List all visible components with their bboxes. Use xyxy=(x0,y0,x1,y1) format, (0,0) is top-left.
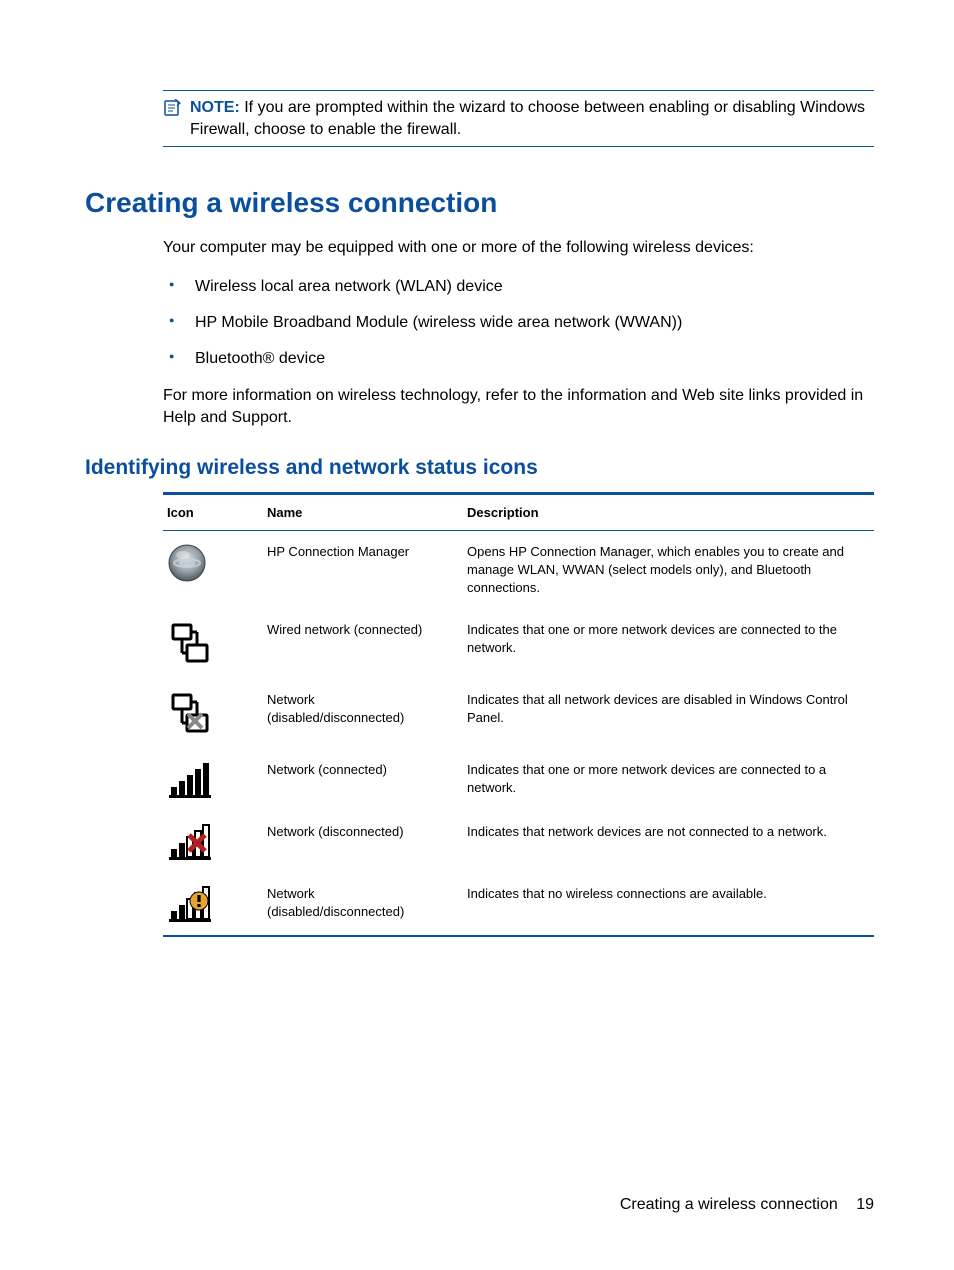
cell-name: Wired network (connected) xyxy=(263,609,463,679)
table-row: Network (disconnected) Indicates that ne… xyxy=(163,811,874,873)
intro-paragraph: Your computer may be equipped with one o… xyxy=(163,237,874,259)
cell-desc: Indicates that all network devices are d… xyxy=(463,679,874,749)
cell-name: Network (disabled/disconnected) xyxy=(263,873,463,936)
table-row: Network (disabled/disconnected) Indicate… xyxy=(163,679,874,749)
network-disabled-wireless-icon xyxy=(163,873,263,936)
heading-identifying-icons: Identifying wireless and network status … xyxy=(85,456,874,480)
cell-name: Network (disabled/disconnected) xyxy=(263,679,463,749)
network-disabled-disconnected-icon xyxy=(163,679,263,749)
hp-connection-manager-icon xyxy=(163,530,263,609)
cell-name: HP Connection Manager xyxy=(263,530,463,609)
cell-desc: Indicates that one or more network devic… xyxy=(463,749,874,811)
network-connected-icon xyxy=(163,749,263,811)
page-footer: Creating a wireless connection 19 xyxy=(620,1196,874,1214)
device-list: Wireless local area network (WLAN) devic… xyxy=(163,276,874,371)
table-row: Network (disabled/disconnected) Indicate… xyxy=(163,873,874,936)
th-desc: Description xyxy=(463,493,874,530)
page-number: 19 xyxy=(856,1196,874,1213)
list-item: HP Mobile Broadband Module (wireless wid… xyxy=(163,312,874,334)
note-text: NOTE: If you are prompted within the wiz… xyxy=(190,97,874,140)
icons-table: Icon Name Description xyxy=(163,492,874,938)
cell-desc: Indicates that one or more network devic… xyxy=(463,609,874,679)
table-row: HP Connection Manager Opens HP Connectio… xyxy=(163,530,874,609)
note-callout: NOTE: If you are prompted within the wiz… xyxy=(163,90,874,147)
heading-creating-wireless-connection: Creating a wireless connection xyxy=(85,187,874,219)
table-row: Network (connected) Indicates that one o… xyxy=(163,749,874,811)
cell-desc: Indicates that network devices are not c… xyxy=(463,811,874,873)
more-info-paragraph: For more information on wireless technol… xyxy=(163,385,874,430)
th-name: Name xyxy=(263,493,463,530)
th-icon: Icon xyxy=(163,493,263,530)
note-body: If you are prompted within the wizard to… xyxy=(190,99,865,138)
note-icon xyxy=(163,99,181,122)
cell-name: Network (connected) xyxy=(263,749,463,811)
cell-desc: Indicates that no wireless connections a… xyxy=(463,873,874,936)
footer-title: Creating a wireless connection xyxy=(620,1196,838,1213)
note-label: NOTE: xyxy=(190,99,240,116)
list-item: Wireless local area network (WLAN) devic… xyxy=(163,276,874,298)
network-disconnected-icon xyxy=(163,811,263,873)
cell-name: Network (disconnected) xyxy=(263,811,463,873)
cell-desc: Opens HP Connection Manager, which enabl… xyxy=(463,530,874,609)
wired-network-connected-icon xyxy=(163,609,263,679)
list-item: Bluetooth® device xyxy=(163,348,874,370)
table-row: Wired network (connected) Indicates that… xyxy=(163,609,874,679)
